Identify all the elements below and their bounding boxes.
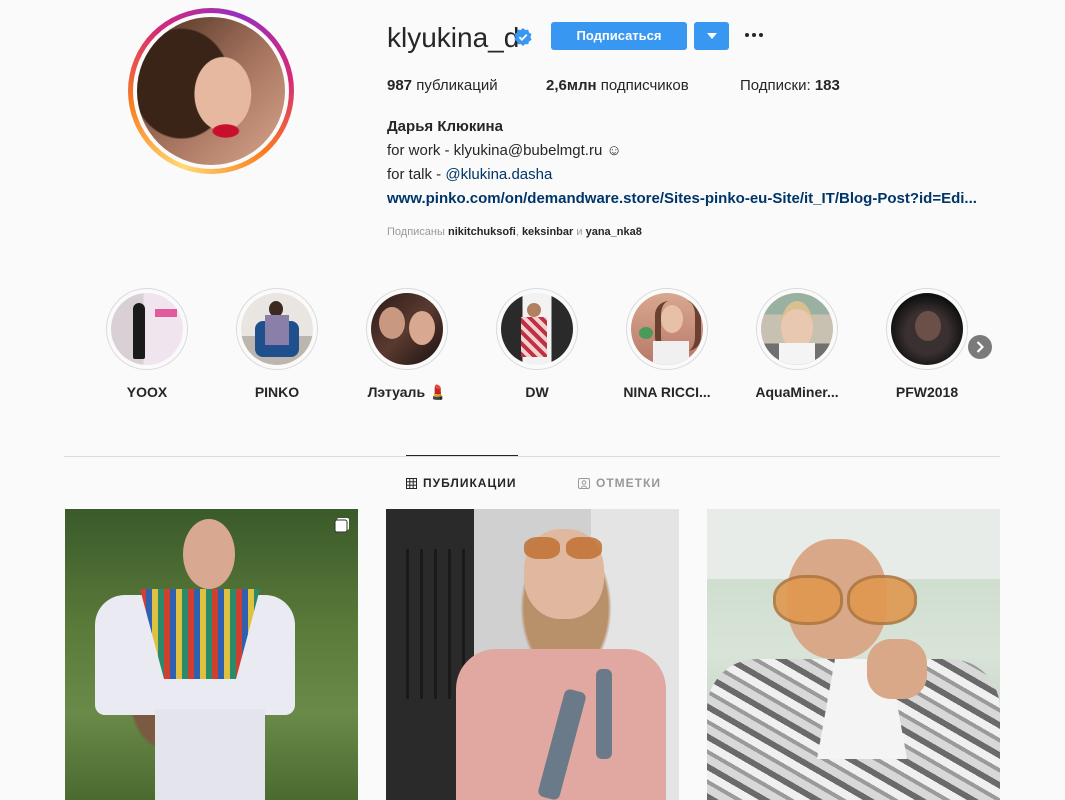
tab-posts-label: ПУБЛИКАЦИИ: [423, 476, 517, 490]
profile-avatar[interactable]: [128, 8, 294, 174]
followed-by[interactable]: Подписаны nikitchuksofi, keksinbar и yan…: [387, 226, 642, 238]
following-count-value: 183: [814, 77, 840, 94]
highlight-cover: [241, 293, 313, 365]
verified-badge-icon: [514, 28, 532, 46]
posts-count-value: 987: [387, 77, 413, 94]
suggestions-dropdown-button[interactable]: [694, 22, 729, 50]
posts-count-label: публикаций: [416, 77, 498, 94]
highlight-label: Лэтуаль 💄: [367, 384, 447, 400]
followed-by-user[interactable]: yana_nka8: [586, 226, 642, 238]
followed-by-and: и: [576, 226, 583, 238]
bio-line-work: for work - klyukina@bubelmgt.ru ☺: [387, 142, 622, 159]
followers-count[interactable]: 2,6млн подписчиков: [546, 77, 689, 94]
chevron-right-icon: [976, 341, 984, 353]
highlight-cover: [631, 293, 703, 365]
tagged-user-icon: [578, 477, 590, 489]
highlight-label: NINA RICCI...: [623, 384, 711, 400]
tab-tagged[interactable]: ОТМЕТКИ: [578, 476, 661, 490]
bio-talk-prefix: for talk -: [387, 166, 446, 183]
tab-tagged-label: ОТМЕТКИ: [596, 476, 661, 490]
triangle-down-icon: [706, 33, 717, 39]
followed-by-prefix: Подписаны: [387, 226, 445, 238]
website-link[interactable]: www.pinko.com/on/demandware.store/Sites-…: [387, 190, 999, 207]
highlight-cover: [761, 293, 833, 365]
highlight-pinko[interactable]: PINKO: [235, 288, 319, 400]
tabs-divider: [64, 456, 1000, 457]
multiple-photos-icon: [334, 518, 349, 533]
active-tab-indicator: [406, 455, 518, 456]
highlight-yoox[interactable]: YOOX: [105, 288, 189, 400]
follow-button[interactable]: Подписаться: [551, 22, 687, 50]
followed-by-separator: ,: [515, 226, 519, 238]
avatar-photo: [137, 17, 285, 165]
bio-mention-link[interactable]: @klukina.dasha: [445, 166, 552, 183]
post-thumbnail[interactable]: [65, 509, 358, 800]
highlight-nina-ricci[interactable]: NINA RICCI...: [623, 288, 711, 400]
highlight-label: AquaMiner...: [755, 384, 839, 400]
highlight-letual[interactable]: Лэтуаль 💄: [365, 288, 449, 400]
followed-by-user[interactable]: nikitchuksofi: [448, 226, 516, 238]
following-count[interactable]: Подписки: 183: [740, 77, 840, 94]
username: klyukina_d: [387, 22, 520, 53]
highlight-label: YOOX: [126, 384, 168, 400]
highlights-next-button[interactable]: [968, 335, 992, 359]
highlight-cover: [891, 293, 963, 365]
following-count-label: Подписки:: [740, 77, 811, 94]
more-options-button[interactable]: [743, 24, 765, 46]
highlight-label: PFW2018: [895, 384, 959, 400]
bio-line-talk: for talk - @klukina.dasha: [387, 166, 552, 183]
highlight-dw[interactable]: DW: [495, 288, 579, 400]
grid-icon: [406, 477, 417, 489]
followed-by-user[interactable]: keksinbar: [522, 226, 573, 238]
full-name: Дарья Клюкина: [387, 118, 503, 135]
ellipsis-icon: [745, 33, 763, 37]
highlight-cover: [371, 293, 443, 365]
post-thumbnail[interactable]: [386, 509, 679, 800]
highlight-label: PINKO: [254, 384, 300, 400]
post-thumbnail[interactable]: [707, 509, 1000, 800]
highlight-aquaminerale[interactable]: AquaMiner...: [755, 288, 839, 400]
followers-count-value: 2,6млн: [546, 77, 597, 94]
posts-count: 987 публикаций: [387, 77, 498, 94]
highlight-cover: [501, 293, 573, 365]
tab-posts[interactable]: ПУБЛИКАЦИИ: [406, 476, 516, 490]
followers-count-label: подписчиков: [600, 77, 689, 94]
highlight-pfw2018[interactable]: PFW2018: [885, 288, 969, 400]
highlight-cover: [111, 293, 183, 365]
highlight-label: DW: [525, 384, 549, 400]
